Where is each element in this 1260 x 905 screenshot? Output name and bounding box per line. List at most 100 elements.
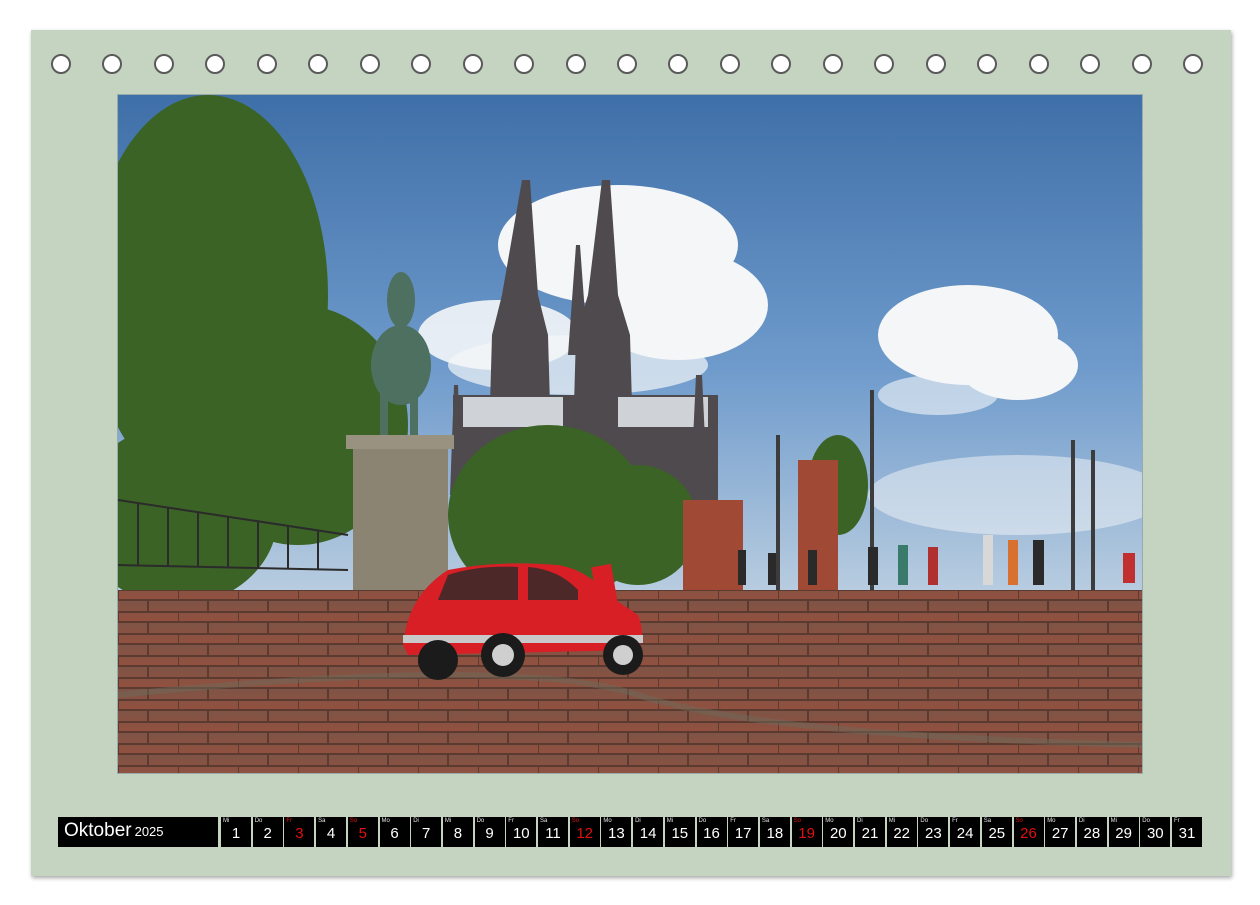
day-number: 22 xyxy=(893,825,911,842)
day-abbr: Sa xyxy=(983,818,992,824)
day-abbr: Do xyxy=(698,818,707,824)
day-cell: Sa 18 xyxy=(759,817,790,847)
day-number: 14 xyxy=(639,825,657,842)
binding-hole xyxy=(256,54,277,74)
calendar-page: Oktober 2025 Mi 1 Do 2 Fr 3 Sa 4 So 5 Mo 6 Di 7 Mi 8 Do 9 F… xyxy=(31,30,1231,876)
binding-hole xyxy=(1080,54,1101,74)
red-toy-car xyxy=(403,563,643,680)
day-abbr: Fr xyxy=(286,818,293,824)
day-number: 6 xyxy=(390,825,399,842)
day-cell: Sa 11 xyxy=(538,817,568,847)
day-number: 9 xyxy=(485,825,494,842)
day-cell: Mi 1 xyxy=(221,817,251,847)
binding-hole xyxy=(514,54,535,74)
day-abbr: Di xyxy=(635,818,641,824)
day-number: 12 xyxy=(576,825,594,842)
day-abbr: Di xyxy=(1078,818,1085,824)
day-cell: So 26 xyxy=(1013,817,1044,847)
day-number: 5 xyxy=(358,825,367,842)
day-cell: Di 7 xyxy=(411,817,442,847)
binding-hole xyxy=(1028,54,1049,74)
day-cell: Do 9 xyxy=(474,817,505,847)
day-abbr: Sa xyxy=(318,818,326,824)
day-cell: Do 2 xyxy=(252,817,283,847)
day-number: 30 xyxy=(1146,825,1164,842)
day-cell: Do 16 xyxy=(696,817,727,847)
day-cell: Do 30 xyxy=(1140,817,1171,847)
day-cell: Di 28 xyxy=(1076,817,1107,847)
day-abbr: Do xyxy=(920,818,929,824)
day-abbr: Mi xyxy=(666,818,674,824)
day-cell: Di 21 xyxy=(855,817,885,847)
binding-hole xyxy=(359,54,380,74)
day-number: 11 xyxy=(545,825,561,842)
day-number: 1 xyxy=(231,825,241,842)
calendar-photo xyxy=(117,94,1143,774)
day-abbr: Fr xyxy=(730,818,736,824)
day-abbr: Sa xyxy=(540,818,548,824)
binding-hole xyxy=(822,54,843,74)
binding-hole xyxy=(668,54,689,74)
binding-hole xyxy=(1183,54,1203,74)
day-cell: Do 23 xyxy=(918,817,949,847)
binding-hole xyxy=(308,54,329,74)
day-abbr: Do xyxy=(1142,818,1150,824)
day-abbr: Do xyxy=(476,818,485,824)
binding-hole xyxy=(205,54,226,74)
day-cell: Fr 31 xyxy=(1172,817,1202,847)
binding-hole xyxy=(565,54,586,74)
day-abbr: Mi xyxy=(1110,818,1117,824)
day-abbr: Do xyxy=(254,818,263,824)
day-cell: So 12 xyxy=(569,817,600,847)
binding-hole xyxy=(1131,54,1152,74)
day-cell: So 19 xyxy=(791,817,822,847)
day-cell: Mi 29 xyxy=(1108,817,1139,847)
day-cell: Mi 15 xyxy=(664,817,695,847)
day-cell: Mo 6 xyxy=(379,817,410,847)
day-abbr: Fr xyxy=(952,818,958,824)
day-cell: Sa 25 xyxy=(981,817,1012,847)
day-number: 26 xyxy=(1020,825,1037,842)
day-abbr: Mi xyxy=(223,818,230,824)
spiral-binding xyxy=(51,54,1209,80)
day-abbr: Di xyxy=(857,818,863,824)
day-abbr: Mi xyxy=(888,818,896,824)
binding-hole xyxy=(719,54,740,74)
day-number: 20 xyxy=(829,825,847,842)
day-cell: Mi 22 xyxy=(886,817,917,847)
day-abbr: Mo xyxy=(825,818,834,824)
month-label: Oktober 2025 xyxy=(58,817,218,847)
day-abbr: Mo xyxy=(381,818,390,824)
month-day-strip: Oktober 2025 Mi 1 Do 2 Fr 3 Sa 4 So 5 Mo 6 Di 7 Mi 8 Do 9 F… xyxy=(58,817,1204,847)
day-number: 28 xyxy=(1083,825,1101,842)
binding-hole xyxy=(925,54,946,74)
month-year: 2025 xyxy=(134,824,164,839)
day-abbr: Di xyxy=(413,818,419,824)
day-number: 27 xyxy=(1051,825,1069,842)
day-abbr: Fr xyxy=(508,818,514,824)
day-abbr: Fr xyxy=(1174,818,1180,824)
binding-hole xyxy=(51,54,71,74)
day-number: 2 xyxy=(263,825,272,842)
day-abbr: Sa xyxy=(761,818,770,824)
day-number: 23 xyxy=(925,825,942,842)
day-abbr: Mo xyxy=(603,818,612,824)
binding-hole xyxy=(102,54,123,74)
day-cell: Mo 13 xyxy=(601,817,632,847)
binding-hole xyxy=(462,54,483,74)
day-number: 16 xyxy=(703,825,720,842)
day-number: 17 xyxy=(734,825,752,842)
day-abbr: So xyxy=(571,818,580,824)
binding-hole xyxy=(411,54,432,74)
day-number: 10 xyxy=(512,825,530,842)
day-cell: Fr 24 xyxy=(950,817,981,847)
day-number: 19 xyxy=(798,825,815,842)
day-number: 7 xyxy=(422,825,431,842)
day-cell: Fr 3 xyxy=(284,817,315,847)
binding-hole xyxy=(153,54,174,74)
day-number: 29 xyxy=(1115,825,1132,842)
day-number: 4 xyxy=(326,825,336,842)
day-number: 8 xyxy=(453,825,463,842)
day-number: 25 xyxy=(988,825,1006,842)
day-abbr: So xyxy=(1015,818,1023,824)
